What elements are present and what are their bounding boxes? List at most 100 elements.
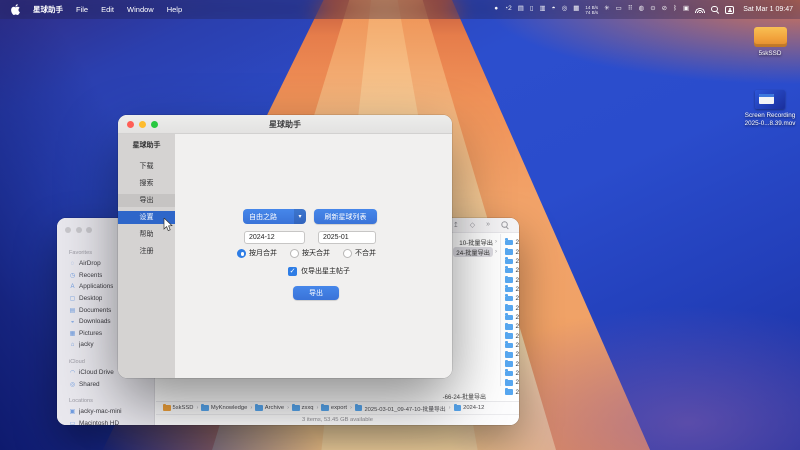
tag-icon[interactable]: ◇: [470, 221, 475, 229]
folder-item[interactable]: 2024-: [505, 322, 519, 331]
clock-app-icon[interactable]: ◔2: [504, 6, 512, 13]
folder-icon: [505, 315, 513, 321]
folder-item[interactable]: 2024-: [505, 294, 519, 303]
sync-icon[interactable]: ◓: [552, 6, 556, 13]
sidebar-item-icon: ◌: [69, 261, 76, 267]
share-icon[interactable]: ↥: [453, 221, 459, 229]
dialog-title: 星球助手: [118, 115, 452, 134]
start-month-field[interactable]: [244, 231, 305, 244]
sidebar-item-icon: A: [69, 284, 76, 290]
keyboard-icon[interactable]: ▤: [518, 6, 524, 13]
finder-status-bar: 3 items, 53.45 GB available: [156, 414, 519, 425]
dialog-sidebar-item[interactable]: 帮助: [118, 228, 175, 241]
stage-manager-icon[interactable]: ▦: [573, 6, 579, 13]
folder-item[interactable]: 2024-: [505, 313, 519, 322]
column-divider: [500, 234, 501, 386]
menu-item[interactable]: Help: [167, 5, 182, 14]
folder-item[interactable]: 2024-: [505, 285, 519, 294]
path-segment[interactable]: 2024-12 ›: [454, 405, 485, 411]
menu-item[interactable]: Edit: [101, 5, 114, 14]
menu-item[interactable]: Window: [127, 5, 154, 14]
finder-sidebar-row[interactable]: ▭ Macintosh HD: [66, 418, 150, 425]
folder-item[interactable]: 2024-: [505, 247, 519, 256]
path-segment[interactable]: 5skSSD ›: [163, 405, 198, 411]
end-month-field[interactable]: [318, 231, 376, 244]
display-icon[interactable]: ▭: [616, 6, 622, 13]
folder-item[interactable]: 2025-: [505, 378, 519, 387]
folder-item[interactable]: 2024-: [505, 303, 519, 312]
spotlight-search-icon[interactable]: [711, 6, 719, 14]
folder-item[interactable]: 2024-: [505, 275, 519, 284]
dialog-sidebar-item[interactable]: 导出: [118, 194, 175, 207]
refresh-star-list-button[interactable]: 刷新星球列表: [314, 209, 377, 224]
menu-item[interactable]: File: [76, 5, 88, 14]
finder-sidebar-row[interactable]: ◎ Shared: [66, 378, 150, 390]
folder-item[interactable]: 2024-: [505, 331, 519, 340]
merge-radio-option[interactable]: 按天合并: [290, 248, 330, 258]
clipped-folder-name[interactable]: -66-24-批量导出: [386, 392, 486, 401]
wifi-icon[interactable]: [695, 7, 705, 13]
network-speed-indicator[interactable]: 14 B/s 74 B/s: [585, 5, 598, 15]
path-separator: ›: [316, 405, 318, 411]
search-icon[interactable]: [501, 221, 508, 228]
zoom-icon: [86, 227, 92, 233]
dialog-sidebar-item[interactable]: 搜索: [118, 177, 175, 190]
desktop-icon-drive[interactable]: 5skSSD: [744, 27, 796, 58]
folder-icon: [505, 371, 513, 377]
folder-item[interactable]: 2025-: [505, 369, 519, 378]
menu-items: File Edit Window Help: [76, 5, 182, 14]
owner-only-checkbox[interactable]: ✓ 仅导出星主帖子: [288, 266, 350, 276]
device-icon[interactable]: ▯: [530, 6, 534, 13]
folder-icon: [505, 389, 513, 395]
merge-radio-option[interactable]: 不合并: [343, 248, 376, 258]
assistant-icon[interactable]: ◎: [562, 6, 568, 13]
record-stop-icon[interactable]: ⊘: [662, 6, 667, 13]
more-icon[interactable]: »: [486, 221, 490, 229]
folder-item[interactable]: 2024-: [505, 350, 519, 359]
folder-icon: [505, 268, 513, 274]
globe-icon[interactable]: ◍: [639, 6, 645, 13]
folder-item[interactable]: 2024-: [505, 341, 519, 350]
clipboard-icon[interactable]: ▥: [539, 6, 545, 13]
movie-file-icon: [755, 90, 785, 109]
folder-item[interactable]: 2024-: [505, 238, 519, 247]
folder-item[interactable]: 2024-: [505, 266, 519, 275]
bluetooth-icon[interactable]: ᛒ: [673, 6, 677, 13]
star-select-dropdown[interactable]: 自由之路 ▾: [243, 209, 306, 224]
folder-item[interactable]: 2025-: [505, 388, 519, 397]
export-button[interactable]: 导出: [293, 286, 339, 300]
folder-icon: [505, 277, 513, 283]
path-segment[interactable]: 2025-03-01_09-47-10-批量导出 ›: [355, 404, 451, 413]
dialog-sidebar-item[interactable]: 注册: [118, 245, 175, 258]
finder-sidebar-row[interactable]: ▣ jacky-mac-mini: [66, 406, 150, 418]
menu-app-name[interactable]: 星球助手: [33, 4, 63, 15]
camera-indicator-icon[interactable]: ●: [494, 6, 498, 13]
folder-item[interactable]: 2025-: [505, 359, 519, 368]
folder-item[interactable]: 2024-: [505, 257, 519, 266]
path-segment[interactable]: export ›: [321, 405, 352, 411]
folder-icon: [505, 333, 513, 339]
menu-bar-clock[interactable]: Sat Mar 1 09:47: [743, 6, 793, 13]
folder-icon: [292, 405, 300, 411]
dialog-sidebar-item[interactable]: 下载: [118, 160, 175, 173]
apple-menu-icon[interactable]: [11, 4, 20, 15]
dialog-sidebar-item[interactable]: 设置: [118, 211, 175, 224]
timer-icon[interactable]: ⊙: [650, 6, 655, 13]
close-icon: [65, 227, 71, 233]
finder-sidebar-row[interactable]: Locations: [66, 396, 150, 406]
folder-icon: [505, 305, 513, 311]
merge-radio-option[interactable]: 按月合并: [237, 248, 277, 258]
grid-icon[interactable]: ⠿: [628, 6, 633, 13]
path-segment[interactable]: MyKnowledge ›: [201, 405, 252, 411]
folder-icon: [201, 405, 209, 411]
desktop-icon-screen-recording[interactable]: Screen Recording 2025-0...8.39.mov: [744, 90, 796, 127]
app-dialog[interactable]: 星球助手 星球助手 下载 搜索 导出 设置 帮助 注册 自由之路: [118, 115, 452, 378]
input-source-icon[interactable]: ▣: [683, 6, 689, 13]
path-segment[interactable]: Archive ›: [255, 405, 289, 411]
fan-icon[interactable]: ✳: [604, 6, 609, 13]
dialog-traffic-lights[interactable]: [127, 121, 158, 128]
finder-traffic-lights[interactable]: [65, 227, 92, 233]
user-switch-icon[interactable]: [725, 6, 734, 14]
path-segment[interactable]: zsxq ›: [292, 405, 318, 411]
folder-icon: [505, 240, 513, 246]
